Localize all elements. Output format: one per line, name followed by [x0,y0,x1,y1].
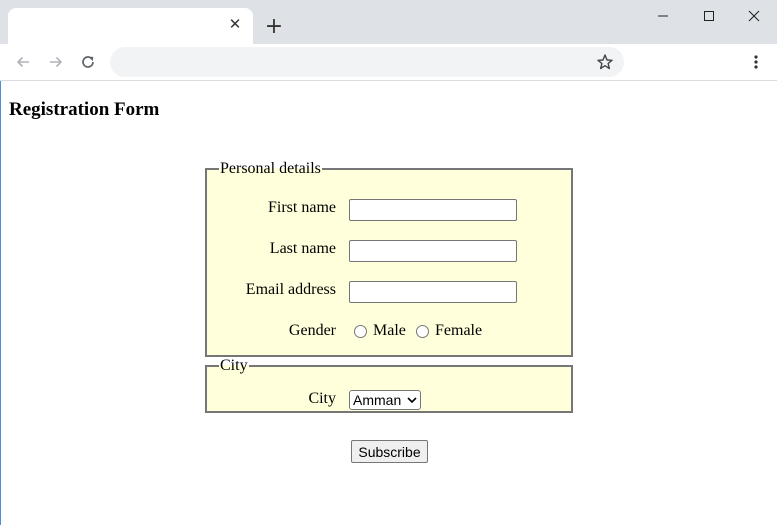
city-fieldset: City City Amman [205,358,573,413]
back-arrow-icon[interactable] [10,49,36,75]
gender-female-radio[interactable] [416,325,429,338]
city-legend: City [220,357,248,374]
last-name-label: Last name [269,240,336,257]
last-name-row: Last name [207,240,571,264]
star-icon[interactable] [596,53,614,71]
minimize-icon[interactable] [640,0,686,32]
window-close-icon[interactable] [731,0,777,32]
kebab-menu-icon[interactable] [744,50,768,74]
last-name-input[interactable] [349,240,517,262]
email-input[interactable] [349,281,517,303]
personal-details-legend: Personal details [220,160,321,177]
reload-icon[interactable] [75,49,101,75]
browser-toolbar [0,44,777,81]
gender-female-label[interactable]: Female [435,322,482,340]
city-select[interactable]: Amman [349,390,421,410]
chevron-down-icon [407,397,417,404]
gender-male-label[interactable]: Male [373,322,406,340]
maximize-icon[interactable] [686,0,732,32]
city-selected-value: Amman [353,392,402,408]
gender-row: Gender Male Female [207,322,571,346]
page-title: Registration Form [9,99,160,120]
email-row: Email address [207,281,571,305]
browser-tab-strip: ✕ + [0,0,777,44]
plus-icon[interactable]: + [262,14,286,39]
email-label: Email address [245,281,336,298]
first-name-input[interactable] [349,199,517,221]
browser-tab[interactable]: ✕ [8,8,253,44]
gender-male-radio[interactable] [354,325,367,338]
first-name-label: First name [268,199,336,216]
city-label: City [308,390,336,407]
subscribe-button[interactable]: Subscribe [351,440,428,463]
first-name-row: First name [207,199,571,223]
personal-details-fieldset: Personal details First name Last name Em… [205,161,573,357]
address-bar[interactable] [110,47,624,77]
gender-label: Gender [288,322,336,339]
close-icon[interactable]: ✕ [227,15,243,33]
window-border [0,81,1,525]
city-row: City Amman [207,390,571,414]
forward-arrow-icon[interactable] [43,49,69,75]
